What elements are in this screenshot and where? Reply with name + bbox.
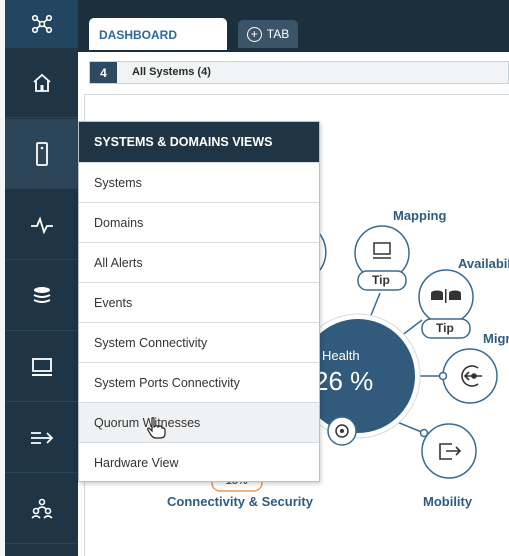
hand-cursor-icon xyxy=(147,417,166,439)
menu-item-system-connectivity[interactable]: System Connectivity xyxy=(79,322,319,362)
migration-label: Migr xyxy=(483,331,509,346)
menu-item-all-alerts[interactable]: All Alerts xyxy=(79,242,319,282)
mobility-label: Mobility xyxy=(423,494,473,509)
menu-item-quorum-witnesses[interactable]: Quorum Witnesses xyxy=(79,402,319,442)
settings-node[interactable] xyxy=(327,416,357,446)
menu-item-events[interactable]: Events xyxy=(79,282,319,322)
availability-label: Availabili xyxy=(458,256,509,271)
mobility-node[interactable] xyxy=(419,423,477,479)
systems-domains-menu: SYSTEMS & DOMAINS VIEWS Systems Domains … xyxy=(78,121,320,482)
menu-header: SYSTEMS & DOMAINS VIEWS xyxy=(79,122,319,162)
menu-item-systems[interactable]: Systems xyxy=(79,162,319,202)
availability-tip[interactable]: Tip xyxy=(436,321,454,335)
health-label: Health xyxy=(322,348,360,363)
menu-item-system-ports-connectivity[interactable]: System Ports Connectivity xyxy=(79,362,319,402)
health-value: 26 % xyxy=(314,366,374,396)
menu-item-domains[interactable]: Domains xyxy=(79,202,319,242)
connectivity-label: Connectivity & Security xyxy=(167,494,313,509)
mapping-label: Mapping xyxy=(393,208,447,223)
migration-node[interactable] xyxy=(438,348,498,404)
menu-item-hardware-view[interactable]: Hardware View xyxy=(79,442,319,482)
mapping-tip[interactable]: Tip xyxy=(372,273,390,287)
